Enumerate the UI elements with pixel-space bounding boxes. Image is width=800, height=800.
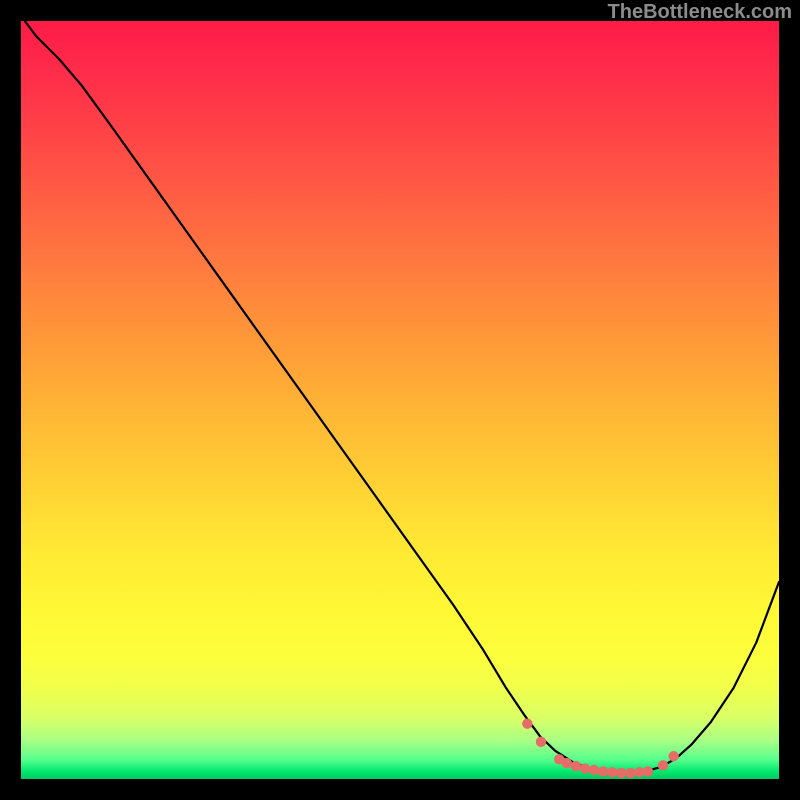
highlight-dot [658,760,668,770]
highlight-dot [562,758,572,768]
chart-svg [21,21,779,779]
plot-area [21,21,779,779]
highlight-dot [536,737,546,747]
highlight-dot [598,766,608,776]
highlight-dot [571,761,581,771]
highlight-dot [607,767,617,777]
highlight-dot [643,766,653,776]
curve-line [25,21,779,774]
highlight-dot [589,765,599,775]
watermark-text: TheBottleneck.com [608,1,792,24]
frame: TheBottleneck.com [0,0,800,800]
highlight-dot [625,768,635,778]
highlight-dot [668,751,678,761]
highlight-dot [522,718,532,728]
highlight-dot [616,768,626,778]
highlight-dot [580,763,590,773]
